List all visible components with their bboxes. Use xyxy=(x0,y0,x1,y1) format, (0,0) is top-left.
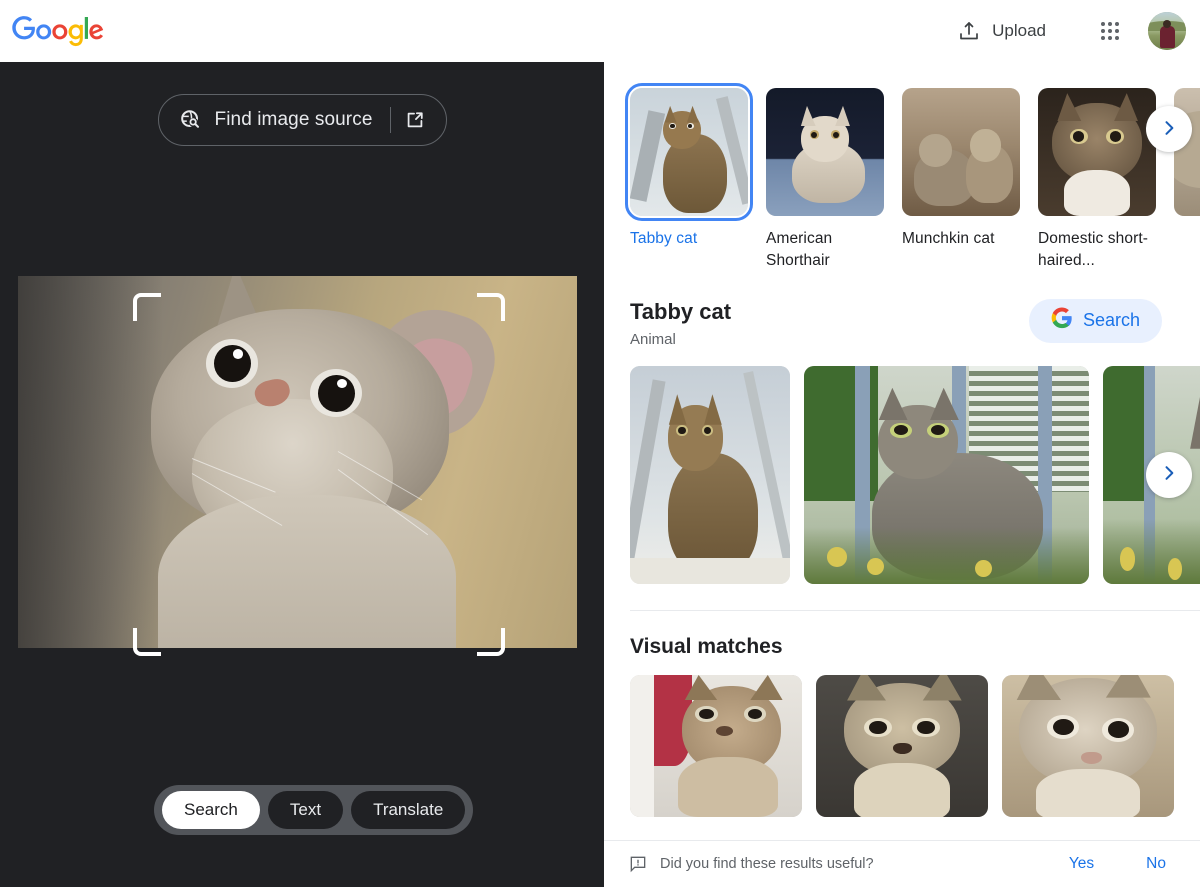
breed-label: American Shorthair xyxy=(766,228,884,273)
mode-search-button[interactable]: Search xyxy=(162,791,260,829)
open-in-new-icon xyxy=(404,109,426,131)
google-g-icon xyxy=(1051,307,1073,334)
visual-match-card[interactable] xyxy=(816,675,988,817)
entity-text: Tabby cat Animal xyxy=(630,299,1029,348)
crop-handle-top-left[interactable] xyxy=(133,293,161,321)
breed-card-tabby-cat[interactable]: Tabby cat xyxy=(630,88,748,273)
breed-card-american-shorthair[interactable]: American Shorthair xyxy=(766,88,884,273)
apps-grid-icon xyxy=(1101,22,1119,40)
find-image-source-button[interactable]: Find image source xyxy=(158,94,447,146)
breed-thumb xyxy=(1038,88,1156,216)
upload-button[interactable]: Upload xyxy=(947,13,1056,49)
entity-image-carousel xyxy=(630,366,1200,584)
globe-search-icon xyxy=(179,108,203,132)
entity-image-row xyxy=(630,366,1200,584)
breed-carousel: Tabby cat xyxy=(604,62,1200,273)
image-stage[interactable] xyxy=(18,276,577,648)
feedback-yes-button[interactable]: Yes xyxy=(1061,851,1102,877)
entity-title: Tabby cat xyxy=(630,299,1029,325)
breed-carousel-row: Tabby cat xyxy=(630,88,1200,273)
visual-match-card[interactable] xyxy=(630,675,802,817)
visual-match-card[interactable] xyxy=(1002,675,1174,817)
lens-results-page: Upload xyxy=(0,0,1200,887)
feedback-no-button[interactable]: No xyxy=(1138,851,1174,877)
find-image-source-label: Find image source xyxy=(215,109,373,131)
breed-label: Tabby cat xyxy=(630,228,748,250)
chevron-right-icon xyxy=(1159,118,1179,141)
top-header: Upload xyxy=(0,0,1200,62)
image-pane: Find image source xyxy=(0,62,604,887)
google-search-button-label: Search xyxy=(1083,310,1140,331)
entity-image[interactable] xyxy=(630,366,790,584)
crop-handle-top-right[interactable] xyxy=(477,293,505,321)
mode-text-button[interactable]: Text xyxy=(268,791,343,829)
section-divider xyxy=(630,610,1200,611)
feedback-bar: Did you find these results useful? Yes N… xyxy=(604,840,1200,887)
entity-subtitle: Animal xyxy=(630,331,1029,348)
entity-carousel-next-button[interactable] xyxy=(1146,452,1192,498)
breed-card-domestic-short-haired[interactable]: Domestic short-haired... xyxy=(1038,88,1156,273)
visual-matches-grid xyxy=(630,675,1200,817)
mode-translate-button[interactable]: Translate xyxy=(351,791,465,829)
breed-thumb xyxy=(630,88,748,216)
google-search-button[interactable]: Search xyxy=(1029,299,1162,343)
entity-image[interactable] xyxy=(804,366,1089,584)
breed-thumb xyxy=(766,88,884,216)
upload-label: Upload xyxy=(992,21,1046,41)
crop-handle-bottom-right[interactable] xyxy=(477,628,505,656)
google-apps-button[interactable] xyxy=(1090,11,1130,51)
entity-section: Tabby cat Animal xyxy=(604,299,1200,611)
crop-handle-bottom-left[interactable] xyxy=(133,628,161,656)
upload-icon xyxy=(957,19,981,43)
breed-label: Munchkin cat xyxy=(902,228,1020,250)
visual-matches-title: Visual matches xyxy=(630,635,1200,659)
feedback-icon xyxy=(628,854,648,874)
mode-toolbar: Search Text Translate xyxy=(154,785,473,835)
google-logo[interactable] xyxy=(12,16,104,47)
results-pane: Tabby cat xyxy=(604,62,1200,887)
crop-selection-frame[interactable] xyxy=(133,293,505,656)
button-divider xyxy=(390,107,391,133)
visual-matches-section: Visual matches xyxy=(604,635,1200,817)
breed-card-munchkin-cat[interactable]: Munchkin cat xyxy=(902,88,1020,273)
feedback-question: Did you find these results useful? xyxy=(660,856,874,872)
page-body: Find image source xyxy=(0,62,1200,887)
avatar[interactable] xyxy=(1148,12,1186,50)
entity-header: Tabby cat Animal xyxy=(630,299,1200,348)
chevron-right-icon xyxy=(1159,463,1179,486)
breed-label: Domestic short-haired... xyxy=(1038,228,1156,273)
breed-thumb xyxy=(902,88,1020,216)
results-scroll-area[interactable]: Tabby cat xyxy=(604,62,1200,840)
breed-carousel-next-button[interactable] xyxy=(1146,106,1192,152)
